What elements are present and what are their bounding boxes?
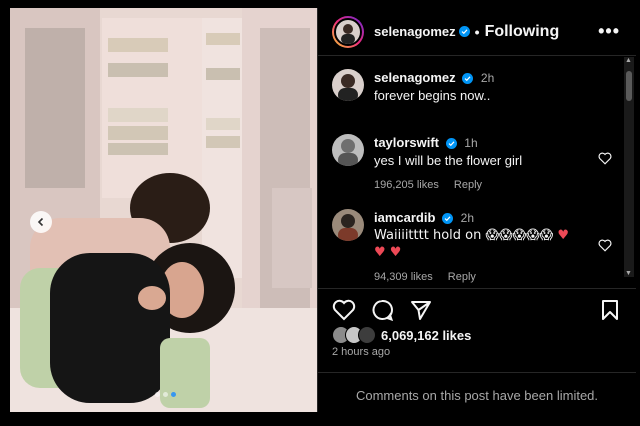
avatar-image (341, 23, 355, 44)
carousel-dot-active (171, 392, 176, 397)
avatar[interactable] (332, 69, 364, 101)
avatar (334, 17, 362, 46)
comment-text: yes I will be the flower girl (374, 153, 523, 168)
heart-emojis: ♥ ♥ (374, 245, 402, 260)
like-heart-icon[interactable] (332, 299, 356, 321)
separator-dot: • (474, 23, 480, 40)
comment-item: iamcardib 2h Waiiiitttt hold on 😱😱😱😱😱 ♥ … (332, 209, 612, 283)
following-button[interactable]: Following (485, 23, 560, 41)
comment-item: taylorswift 1h yes I will be the flower … (332, 134, 612, 194)
comment-likes[interactable]: 94,309 likes (374, 271, 433, 283)
post-header: selenagomez • Following ••• (318, 8, 636, 56)
comment-time: 2h (460, 211, 475, 225)
heart-emoji: ♥ (557, 228, 570, 243)
comment-text: Waiiiitttt hold on 😱😱😱😱😱 ♥ (374, 227, 612, 244)
comment-time: 1h (464, 136, 478, 150)
comment-icon[interactable] (370, 299, 394, 321)
carousel-dot (155, 392, 160, 397)
carousel-dots (155, 392, 176, 397)
photo-image (10, 8, 317, 412)
reply-button[interactable]: Reply (448, 271, 476, 283)
caption: selenagomez 2h forever begins now.. (332, 69, 612, 104)
post-side-panel: selenagomez • Following ••• selenagomez … (318, 8, 636, 418)
chevron-left-icon (37, 217, 44, 227)
verified-badge-icon (442, 213, 454, 225)
share-icon[interactable] (410, 299, 432, 321)
likes-count[interactable]: 6,069,162 likes (381, 328, 471, 343)
carousel-dot (163, 392, 168, 397)
post-timestamp[interactable]: 2 hours ago (332, 346, 390, 358)
comment-username[interactable]: iamcardib (374, 210, 435, 225)
scrollbar-thumb[interactable] (626, 71, 632, 101)
comment-username[interactable]: taylorswift (374, 135, 439, 150)
liker-avatar (358, 326, 376, 344)
avatar[interactable] (332, 134, 364, 166)
heart-outline-icon[interactable] (598, 239, 612, 252)
comment-text-content: Waiiiitttt hold on 😱😱😱😱😱 (374, 228, 554, 243)
scroll-down-arrow-icon[interactable]: ▼ (625, 270, 632, 277)
post-actions (318, 288, 636, 328)
previous-photo-button[interactable] (30, 211, 52, 233)
verified-badge-icon (458, 26, 470, 37)
verified-badge-icon (462, 73, 474, 85)
post-photo[interactable] (10, 8, 318, 412)
caption-text: forever begins now.. (374, 88, 491, 103)
comments-list[interactable]: selenagomez 2h forever begins now.. tayl… (318, 57, 636, 283)
scroll-up-arrow-icon[interactable]: ▲ (625, 57, 632, 64)
comments-limited-notice: Comments on this post have been limited. (318, 372, 636, 418)
save-bookmark-icon[interactable] (600, 299, 620, 321)
likes-row[interactable]: 6,069,162 likes (332, 326, 471, 344)
more-options-icon[interactable]: ••• (598, 21, 620, 42)
comment-time: 2h (480, 71, 495, 85)
reply-button[interactable]: Reply (454, 179, 482, 191)
heart-outline-icon[interactable] (598, 152, 612, 165)
verified-badge-icon (445, 138, 457, 150)
story-ring[interactable] (332, 15, 364, 48)
avatar[interactable] (332, 209, 364, 241)
author-username[interactable]: selenagomez (374, 24, 456, 39)
comment-username[interactable]: selenagomez (374, 70, 456, 85)
comment-likes[interactable]: 196,205 likes (374, 179, 439, 191)
comments-scrollbar[interactable]: ▲ ▼ (624, 57, 634, 277)
